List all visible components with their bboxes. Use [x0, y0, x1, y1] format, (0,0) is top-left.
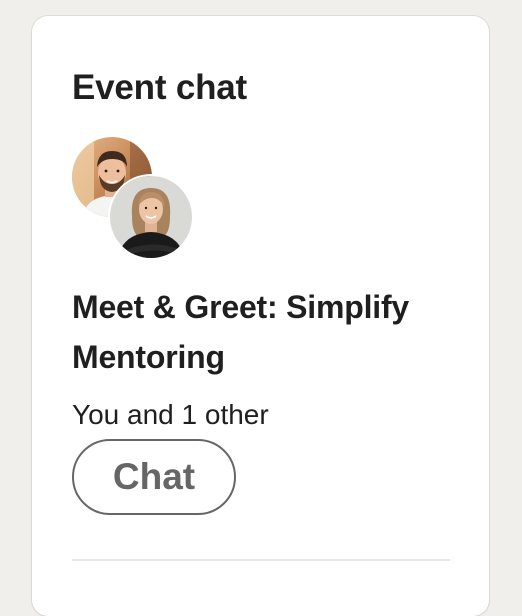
participants-count: You and 1 other — [72, 399, 269, 430]
chat-button[interactable]: Chat — [72, 439, 236, 515]
event-chat-card: Event chat Meet & Greet: Simplify Mentor… — [32, 16, 489, 616]
card-title: Event chat — [72, 68, 247, 107]
woman-portrait-icon — [110, 176, 192, 258]
avatar — [110, 176, 192, 258]
participant-avatars — [72, 137, 202, 267]
divider — [72, 559, 450, 561]
event-name: Meet & Greet: Simplify Mentoring — [72, 289, 410, 375]
